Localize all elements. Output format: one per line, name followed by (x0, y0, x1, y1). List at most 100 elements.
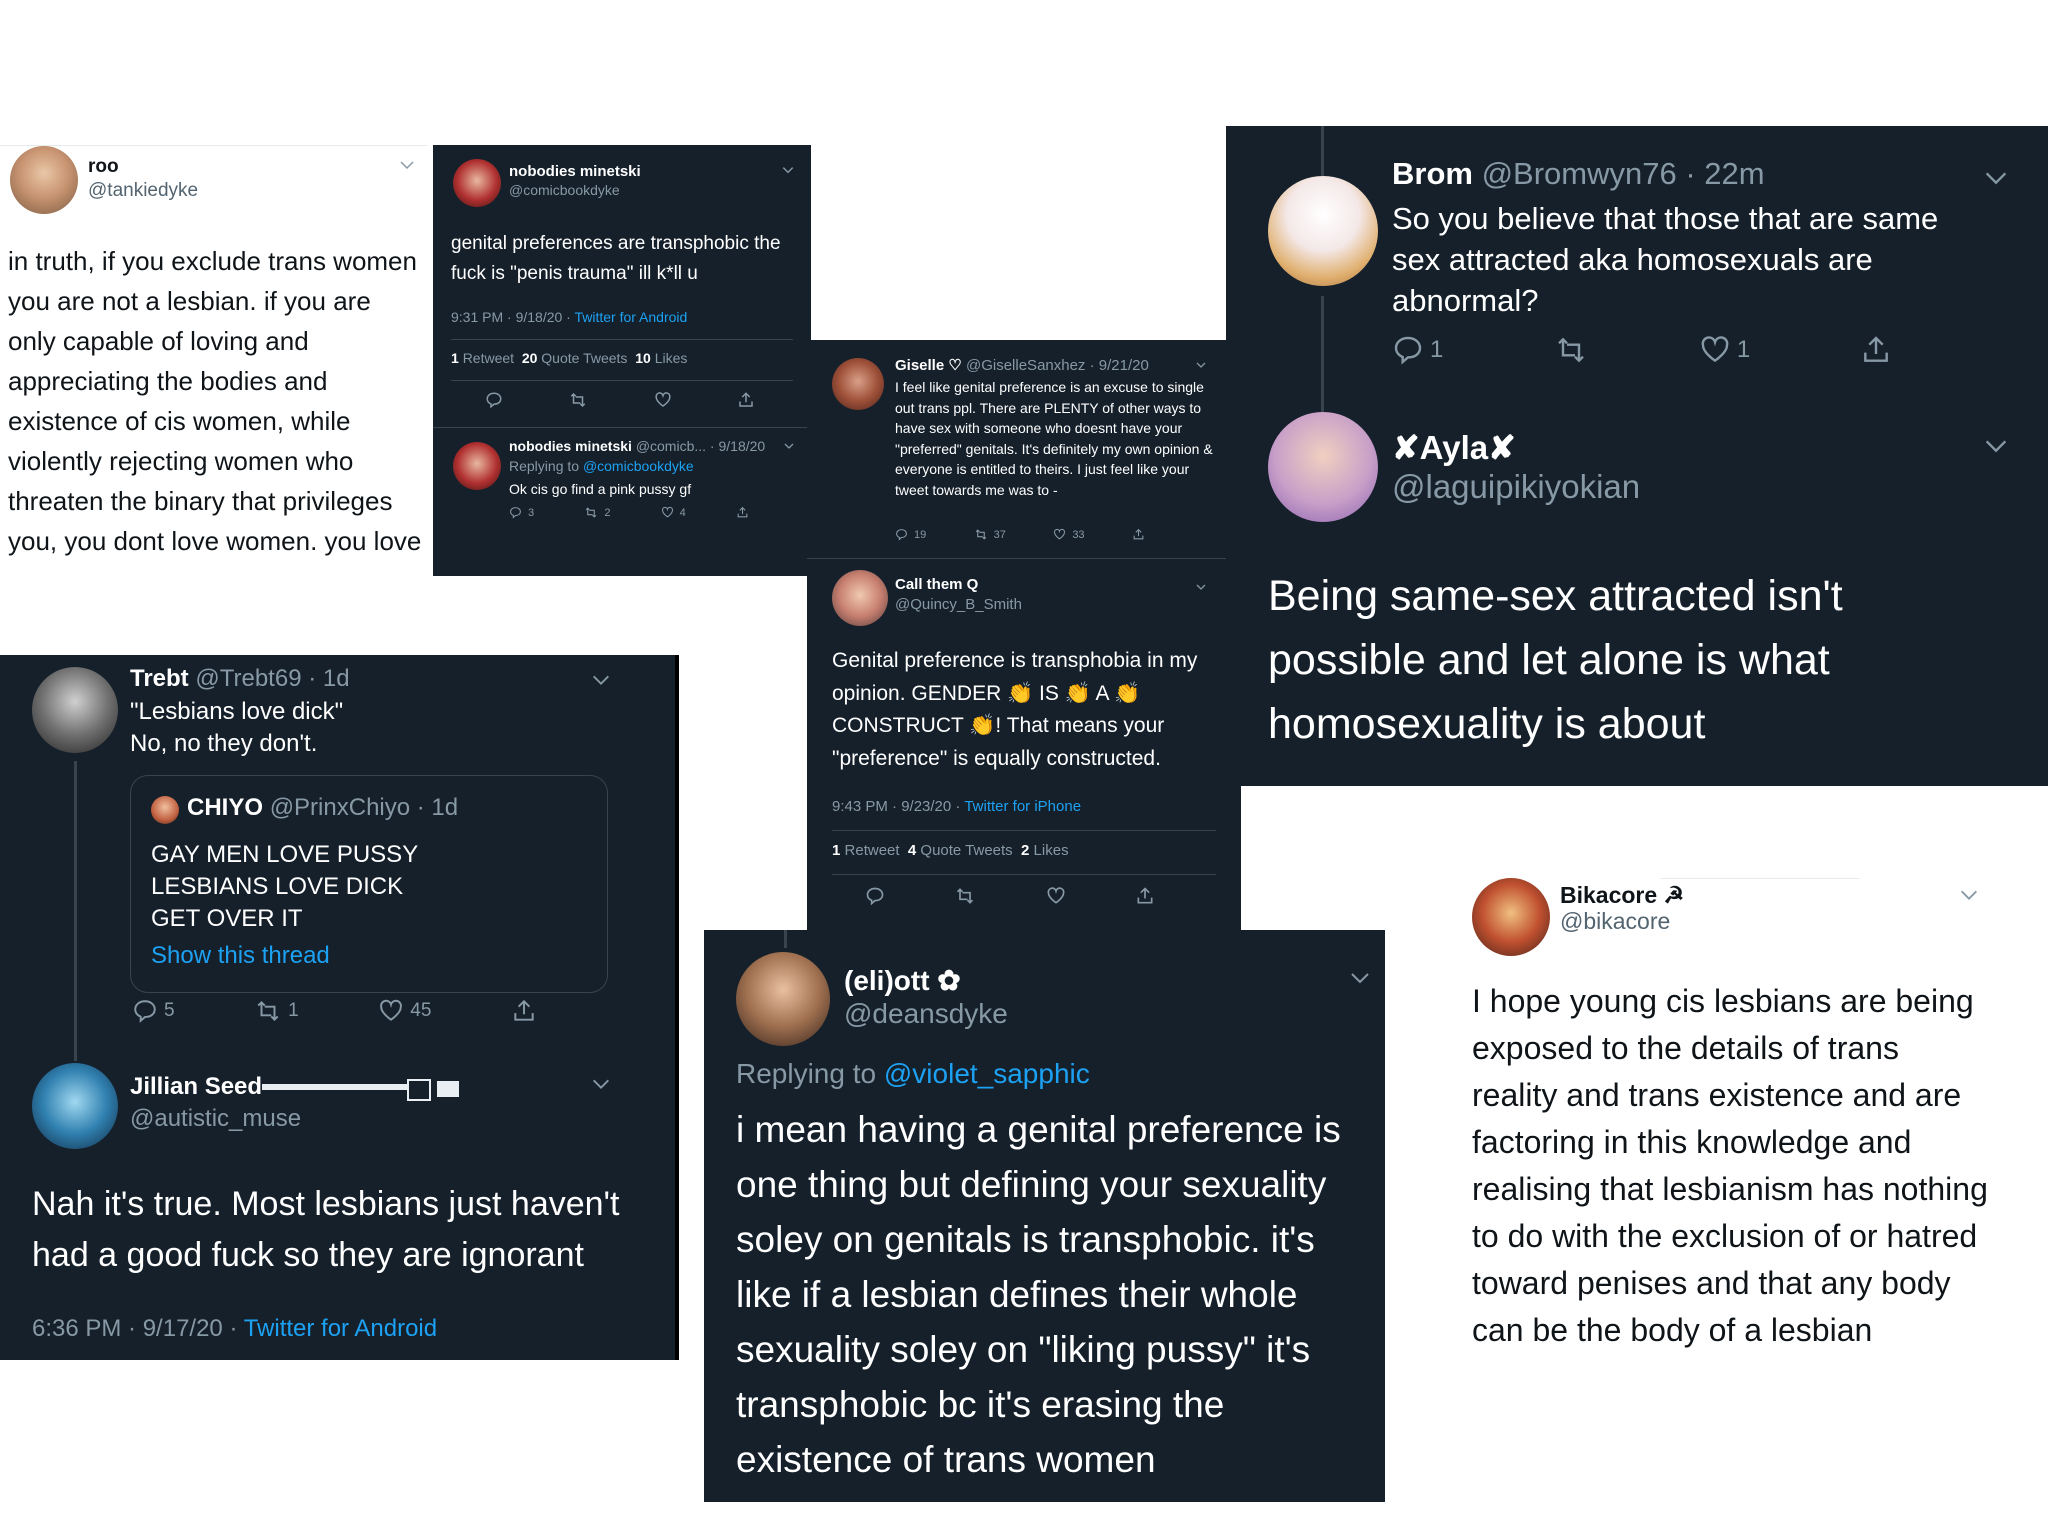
share-icon[interactable] (1132, 528, 1145, 541)
replying-prefix: Replying to (736, 1058, 884, 1089)
like-icon[interactable] (654, 391, 672, 414)
reply-action[interactable]: 3 (509, 506, 534, 519)
author-name[interactable]: roo (88, 156, 119, 178)
tweet-text: Nah it's true. Most lesbians just haven'… (32, 1185, 620, 1274)
retweet-label[interactable]: Retweet (463, 350, 514, 366)
tweet-header: Brom @Bromwyn76 · 22m (1392, 156, 1765, 192)
author-name[interactable]: (eli)ott ✿ (844, 964, 961, 997)
like-action[interactable]: 33 (1053, 528, 1085, 541)
author-name[interactable]: Bikacore ☭ (1560, 882, 1684, 909)
like-action[interactable]: 1 (1699, 334, 1750, 366)
like-label[interactable]: Likes (1034, 842, 1069, 859)
avatar[interactable] (10, 146, 78, 214)
author-name[interactable]: nobodies minetski (509, 438, 632, 454)
retweet-count: 1 (451, 350, 459, 366)
tweet-actions: 19 37 33 (895, 528, 1145, 541)
chevron-down-icon[interactable] (783, 439, 795, 457)
quote-label[interactable]: Quote Tweets (920, 842, 1012, 859)
author-handle[interactable]: @comicbookdyke (509, 182, 620, 198)
tweet-source-link[interactable]: Twitter for iPhone (964, 798, 1081, 815)
author-handle[interactable]: @Bromwyn76 · 22m (1482, 156, 1765, 191)
retweet-action[interactable]: 37 (974, 528, 1006, 541)
author-name[interactable]: Trebt (130, 665, 189, 692)
reply-count: 1 (1430, 336, 1444, 363)
tweet-text: in truth, if you exclude trans women you… (8, 246, 422, 556)
tweet-timestamp: 6:36 PM · 9/17/20 · (32, 1315, 244, 1342)
share-icon[interactable] (737, 391, 755, 414)
chevron-down-icon[interactable] (398, 156, 416, 179)
retweet-label[interactable]: Retweet (845, 842, 900, 859)
chevron-down-icon[interactable] (1958, 884, 1980, 911)
retweet-icon[interactable] (568, 391, 588, 414)
reply-action[interactable]: 5 (132, 998, 175, 1024)
author-name[interactable]: nobodies minetski (509, 163, 641, 180)
avatar[interactable] (832, 358, 884, 410)
quote-label[interactable]: Quote Tweets (541, 350, 627, 366)
tweet-source-link[interactable]: Twitter for Android (244, 1315, 437, 1342)
reply-icon[interactable] (485, 391, 503, 414)
retweet-icon[interactable] (954, 886, 976, 911)
tweet-text: I hope young cis lesbians are being expo… (1472, 983, 1988, 1348)
like-action[interactable]: 45 (378, 998, 431, 1024)
avatar[interactable] (32, 667, 118, 753)
author-handle[interactable]: @autistic_muse (130, 1105, 301, 1133)
author-handle[interactable]: @laguipikiyokian (1392, 468, 1640, 506)
tweet-card-roo: roo @tankiedyke in truth, if you exclude… (0, 145, 428, 565)
like-count: 33 (1072, 528, 1085, 541)
like-label[interactable]: Likes (655, 350, 688, 366)
share-icon[interactable] (1860, 334, 1892, 366)
chevron-down-icon[interactable] (1982, 432, 2010, 465)
replying-to-link[interactable]: @violet_sapphic (884, 1058, 1090, 1089)
tweet-source-link[interactable]: Twitter for Android (574, 309, 687, 325)
avatar[interactable] (736, 952, 830, 1046)
divider (832, 874, 1216, 875)
quoted-tweet[interactable]: CHIYO @PrinxChiyo · 1d GAY MEN LOVE PUSS… (130, 775, 608, 993)
retweet-action[interactable]: 2 (584, 506, 610, 519)
author-name[interactable]: Giselle ♡ (895, 357, 962, 374)
retweet-icon[interactable] (1553, 334, 1589, 366)
author-handle[interactable]: @PrinxChiyo · 1d (270, 794, 458, 821)
avatar[interactable] (453, 442, 501, 490)
chevron-down-icon[interactable] (781, 163, 795, 182)
avatar[interactable] (1268, 176, 1378, 286)
author-name[interactable]: Brom (1392, 156, 1473, 191)
author-name[interactable]: CHIYO (187, 794, 263, 821)
replying-to: Replying to @comicbookdyke (509, 458, 694, 474)
replying-to-link[interactable]: @comicbookdyke (583, 458, 694, 474)
author-handle[interactable]: @Trebt69 · 1d (195, 665, 349, 692)
chevron-down-icon[interactable] (1348, 966, 1372, 995)
share-icon[interactable] (511, 998, 537, 1024)
chevron-down-icon[interactable] (1195, 580, 1207, 598)
author-name[interactable]: Jillian Seed (130, 1073, 262, 1101)
author-name[interactable]: Call them Q (895, 576, 978, 593)
share-icon[interactable] (736, 506, 749, 519)
avatar[interactable] (453, 159, 501, 207)
avatar[interactable] (151, 796, 179, 824)
chevron-down-icon[interactable] (590, 1073, 612, 1100)
avatar[interactable] (832, 570, 888, 626)
avatar[interactable] (1268, 412, 1378, 522)
show-thread-link[interactable]: Show this thread (151, 942, 330, 970)
author-handle[interactable]: @Quincy_B_Smith (895, 596, 1022, 613)
share-icon[interactable] (1135, 886, 1155, 911)
author-handle[interactable]: @tankiedyke (88, 180, 198, 202)
author-name[interactable]: ✘Ayla✘ (1392, 428, 1516, 467)
chevron-down-icon[interactable] (1195, 358, 1207, 376)
reply-action[interactable]: 1 (1392, 334, 1443, 366)
author-handle[interactable]: @deansdyke (844, 998, 1008, 1030)
chevron-down-icon[interactable] (1982, 164, 2010, 197)
like-icon[interactable] (1046, 886, 1066, 911)
author-handle[interactable]: @bikacore (1560, 908, 1670, 935)
author-handle[interactable]: @comicb... · 9/18/20 (636, 438, 765, 454)
tweet-text: Being same-sex attracted isn't possible … (1268, 572, 1843, 748)
chevron-down-icon[interactable] (590, 669, 612, 696)
tweet-text-line: "Lesbians love dick" (130, 698, 344, 725)
like-action[interactable]: 4 (661, 506, 686, 519)
author-handle[interactable]: @GiselleSanxhez · 9/21/20 (966, 357, 1149, 374)
reply-action[interactable]: 19 (895, 528, 926, 541)
reply-icon[interactable] (865, 886, 885, 911)
tweet-header: Trebt @Trebt69 · 1d (130, 665, 350, 693)
avatar[interactable] (32, 1063, 118, 1149)
retweet-action[interactable]: 1 (254, 998, 299, 1024)
avatar[interactable] (1472, 878, 1550, 956)
